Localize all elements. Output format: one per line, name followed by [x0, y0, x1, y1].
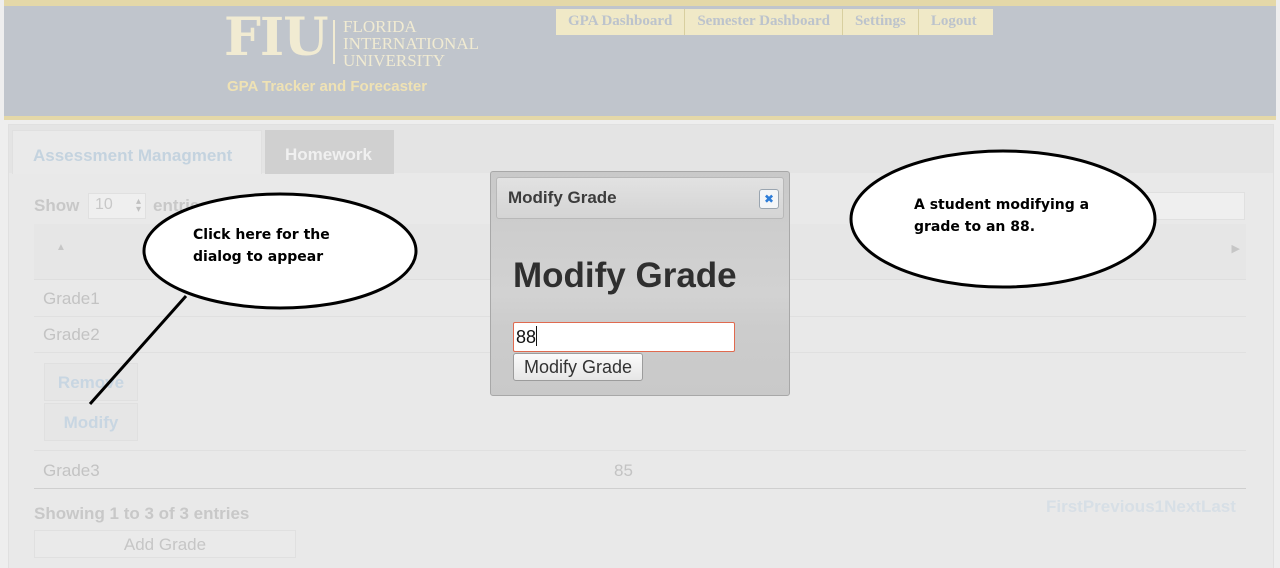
callout-right-line-1: A student modifying a [914, 197, 1090, 213]
callout-right-text: A student modifying a grade to an 88. [914, 194, 1089, 238]
callout-layer [88, 149, 1157, 405]
callout-pointer-line [88, 295, 188, 405]
callout-right-line-2: grade to an 88. [914, 219, 1036, 235]
callout-left-line-1: Click here for the [193, 227, 330, 243]
callout-left-text: Click here for the dialog to appear [193, 224, 330, 268]
callout-left-line-2: dialog to appear [193, 249, 324, 265]
